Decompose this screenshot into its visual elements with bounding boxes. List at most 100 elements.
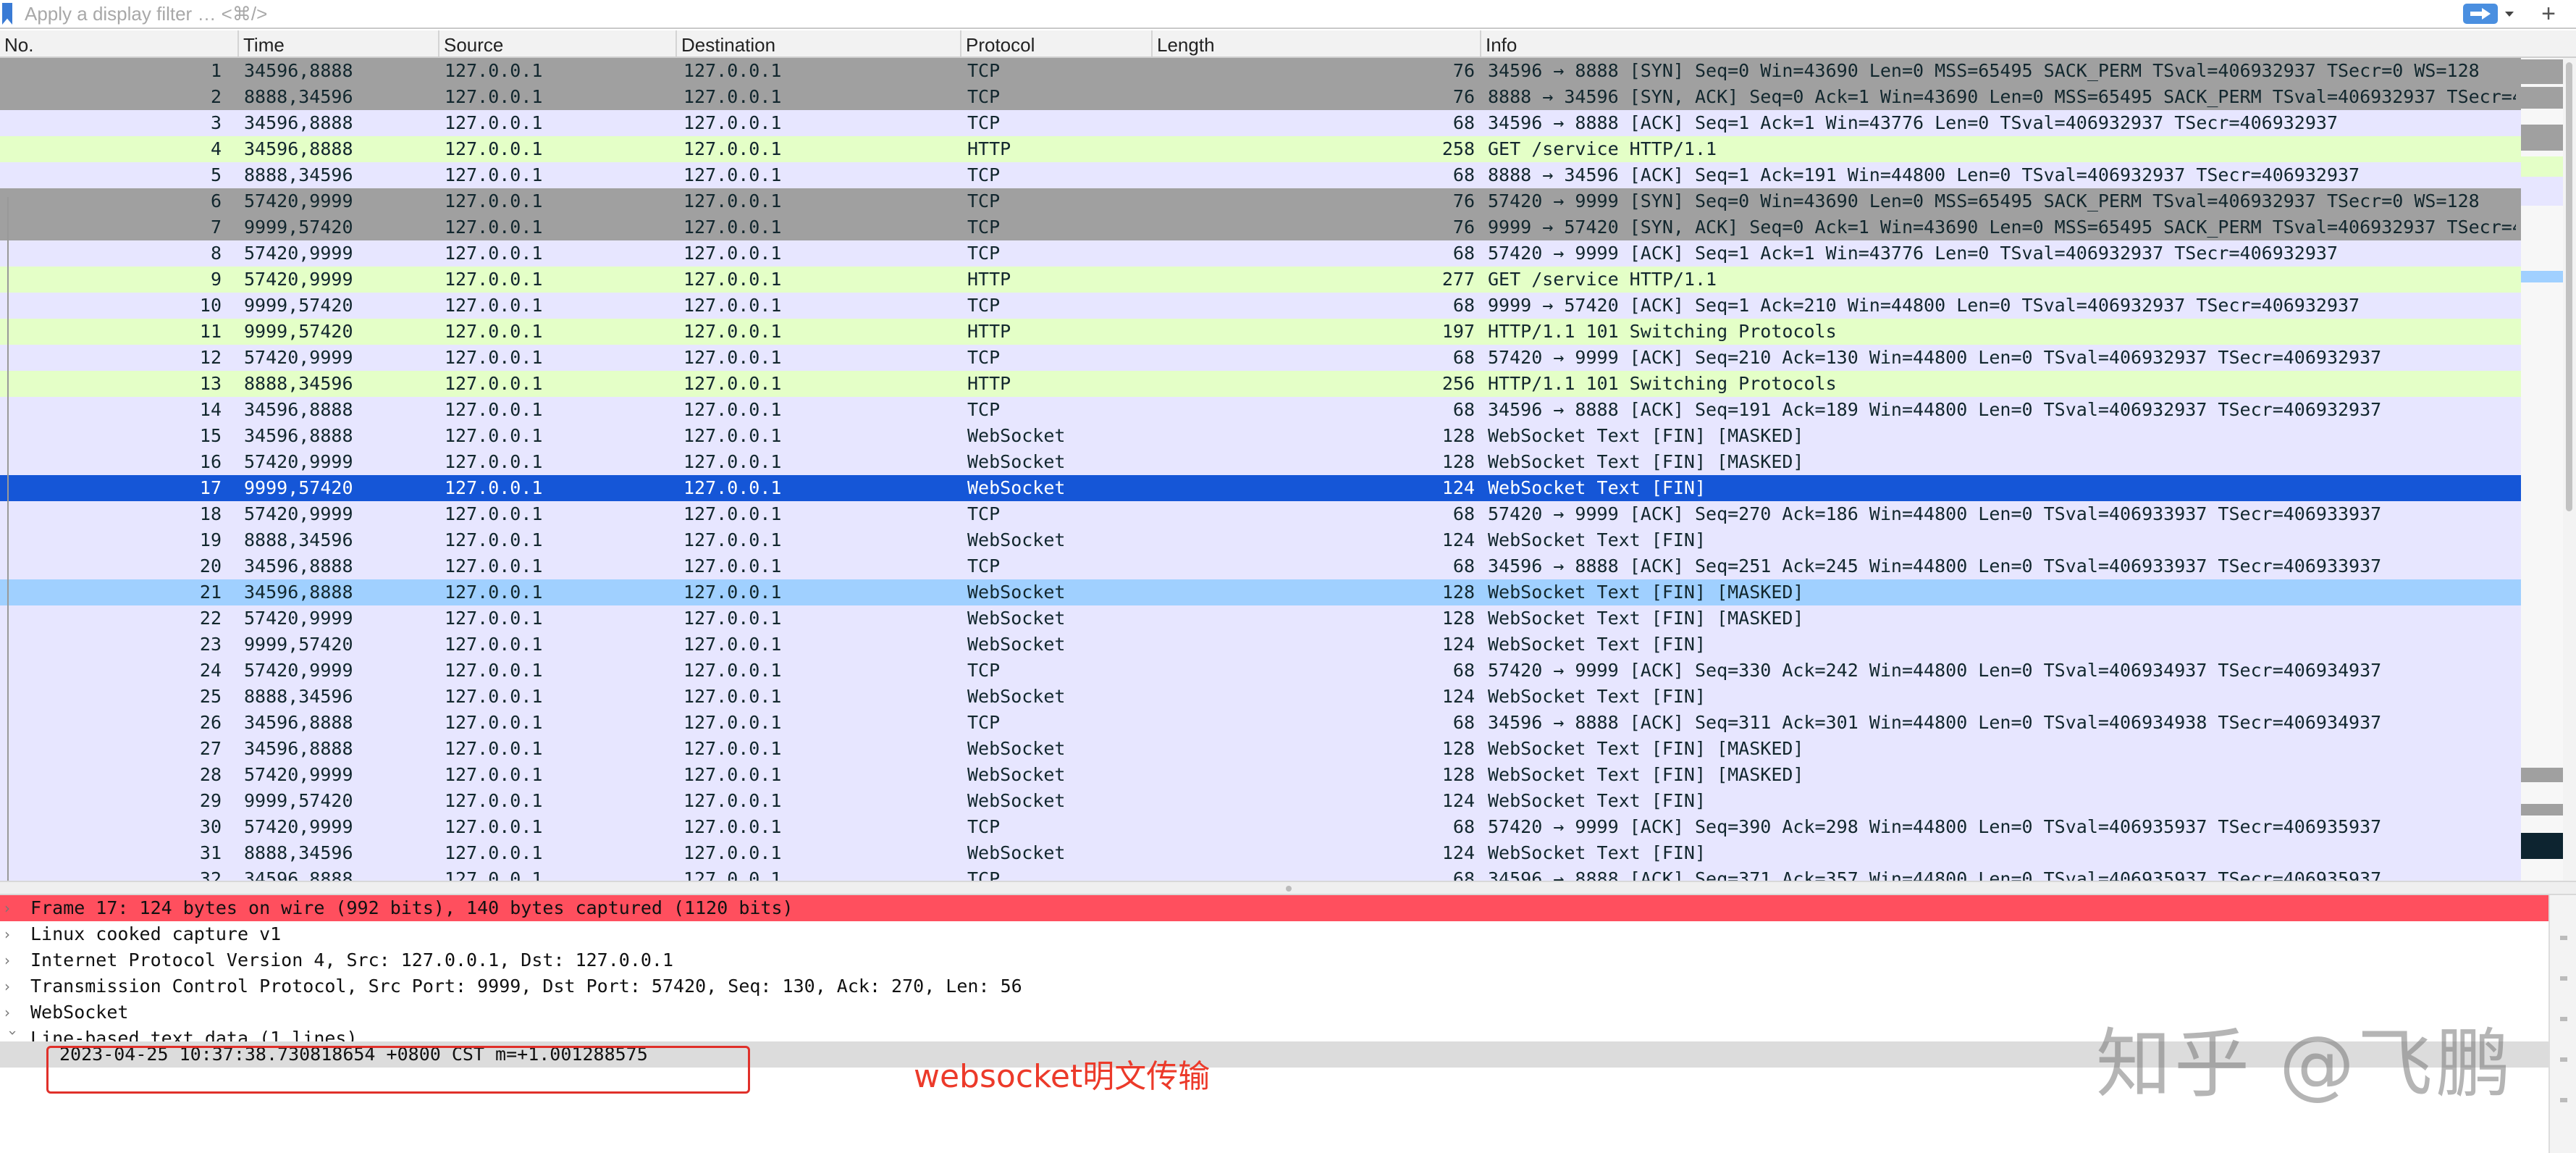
details-linux-text: Linux cooked capture v1 (30, 923, 282, 944)
splitter-grip-icon[interactable] (1286, 886, 1292, 892)
column-header-no[interactable]: No. (0, 30, 239, 56)
packet-len-cell: 124 (1441, 686, 1475, 707)
packet-row[interactable]: 31 8888,34596 127.0.0.1 127.0.0.1 WebSocket 1… (0, 840, 2521, 866)
packet-minimap[interactable] (2521, 58, 2563, 881)
packet-row[interactable]: 2 8888,34596 127.0.0.1 127.0.0.1 TCP 76 8888 →… (0, 84, 2521, 110)
packet-info-cell: 8888 → 34596 [ACK] Seq=1 Ack=191 Win=448… (1488, 164, 2360, 185)
packet-info-cell: WebSocket Text [FIN] [MASKED] (1488, 451, 1804, 472)
packet-list[interactable]: 1 34596,8888 127.0.0.1 127.0.0.1 TCP 76 34596 … (0, 58, 2521, 881)
packet-row[interactable]: 25 8888,34596 127.0.0.1 127.0.0.1 WebSocket 1… (0, 684, 2521, 710)
column-header-protocol[interactable]: Protocol (961, 30, 1153, 56)
packet-row[interactable]: 12 57420,9999 127.0.0.1 127.0.0.1 TCP 68 57420… (0, 345, 2521, 371)
packet-info-cell: WebSocket Text [FIN] (1488, 686, 1706, 707)
packet-row[interactable]: 11 9999,57420 127.0.0.1 127.0.0.1 HTTP 197 HTT… (0, 319, 2521, 345)
packet-row[interactable]: 3 34596,8888 127.0.0.1 127.0.0.1 TCP 68 34596 … (0, 110, 2521, 136)
details-linux-row[interactable]: › Linux cooked capture v1 (0, 921, 2548, 947)
chevron-down-icon[interactable] (2504, 7, 2515, 21)
packet-row[interactable]: 29 9999,57420 127.0.0.1 127.0.0.1 WebSocket 1… (0, 788, 2521, 814)
packet-len-cell: 76 (1452, 60, 1475, 81)
packet-len-cell: 68 (1452, 555, 1475, 576)
packet-info-cell: WebSocket Text [FIN] [MASKED] (1488, 425, 1804, 446)
details-textdata-text: Line-based text data (1 lines) (30, 1028, 358, 1041)
pane-splitter[interactable] (0, 881, 2576, 895)
packet-len-cell: 68 (1452, 503, 1475, 524)
packet-len-cell: 76 (1452, 190, 1475, 211)
packet-row[interactable]: 27 34596,8888 127.0.0.1 127.0.0.1 WebSocket 1… (0, 736, 2521, 762)
packet-info-cell: 57420 → 9999 [ACK] Seq=1 Ack=1 Win=43776… (1488, 243, 2338, 264)
apply-filter-button[interactable] (2463, 4, 2498, 24)
packet-row[interactable]: 1 34596,8888 127.0.0.1 127.0.0.1 TCP 76 34596 … (0, 58, 2521, 84)
packet-info-cell: WebSocket Text [FIN] (1488, 790, 1706, 811)
packet-row[interactable]: 32 34596,8888 127.0.0.1 127.0.0.1 TCP 68 34596… (0, 866, 2521, 881)
expand-arrow-icon[interactable]: › (4, 973, 22, 999)
packet-len-cell: 124 (1441, 842, 1475, 863)
add-filter-button[interactable]: + (2534, 0, 2563, 28)
expand-arrow-icon[interactable]: › (4, 947, 22, 973)
packet-len-cell: 128 (1441, 738, 1475, 759)
packet-info-cell: 57420 → 9999 [ACK] Seq=390 Ack=298 Win=4… (1488, 816, 2382, 837)
column-header-destination[interactable]: Destination (677, 30, 961, 56)
details-frame-row[interactable]: › Frame 17: 124 bytes on wire (992 bits)… (0, 895, 2548, 921)
packet-info-cell: 9999 → 57420 [SYN, ACK] Seq=0 Ack=1 Win=… (1488, 217, 2516, 238)
packet-row[interactable]: 26 34596,8888 127.0.0.1 127.0.0.1 TCP 68 34596… (0, 710, 2521, 736)
packet-row[interactable]: 28 57420,9999 127.0.0.1 127.0.0.1 WebSocket 1… (0, 762, 2521, 788)
packet-row[interactable]: 8 57420,9999 127.0.0.1 127.0.0.1 TCP 68 57420 … (0, 240, 2521, 267)
packet-row[interactable]: 20 34596,8888 127.0.0.1 127.0.0.1 TCP 68 34596… (0, 553, 2521, 579)
packet-row[interactable]: 17 9999,57420 127.0.0.1 127.0.0.1 WebSocket 1… (0, 475, 2521, 501)
packet-len-cell: 128 (1441, 608, 1475, 629)
column-header-time[interactable]: Time (239, 30, 439, 56)
packet-row[interactable]: 6 57420,9999 127.0.0.1 127.0.0.1 TCP 76 57420 … (0, 188, 2521, 214)
packet-len-cell: 68 (1452, 347, 1475, 368)
column-header-info[interactable]: Info (1481, 30, 2576, 56)
packet-row[interactable]: 10 9999,57420 127.0.0.1 127.0.0.1 TCP 68 9999 … (0, 293, 2521, 319)
packet-len-cell: 76 (1452, 86, 1475, 107)
packet-info-cell: WebSocket Text [FIN] (1488, 477, 1706, 498)
packet-row[interactable]: 30 57420,9999 127.0.0.1 127.0.0.1 TCP 68 57420… (0, 814, 2521, 840)
packet-row[interactable]: 7 9999,57420 127.0.0.1 127.0.0.1 TCP 76 9999 →… (0, 214, 2521, 240)
details-scrollbar[interactable] (2548, 895, 2576, 1153)
packet-len-cell: 68 (1452, 112, 1475, 133)
packet-info-cell: 57420 → 9999 [ACK] Seq=270 Ack=186 Win=4… (1488, 503, 2382, 524)
packet-row[interactable]: 4 34596,8888 127.0.0.1 127.0.0.1 HTTP 258 GET … (0, 136, 2521, 162)
packet-list-scrollbar[interactable] (2563, 58, 2576, 881)
packet-info-cell: 34596 → 8888 [SYN] Seq=0 Win=43690 Len=0… (1488, 60, 2480, 81)
expand-arrow-icon[interactable]: › (4, 895, 22, 921)
packet-row[interactable]: 21 34596,8888 127.0.0.1 127.0.0.1 WebSocket 1… (0, 579, 2521, 605)
packet-row[interactable]: 16 57420,9999 127.0.0.1 127.0.0.1 WebSocket 1… (0, 449, 2521, 475)
details-tcp-row[interactable]: › Transmission Control Protocol, Src Por… (0, 973, 2548, 999)
packet-list-header: No. Time Source Destination Protocol Len… (0, 30, 2576, 58)
packet-len-cell: 124 (1441, 477, 1475, 498)
packet-row[interactable]: 22 57420,9999 127.0.0.1 127.0.0.1 WebSocket 1… (0, 605, 2521, 632)
scroll-tick (2560, 976, 2567, 981)
packet-len-cell: 68 (1452, 660, 1475, 681)
column-header-source[interactable]: Source (439, 30, 677, 56)
packet-len-cell: 68 (1452, 868, 1475, 881)
bookmark-icon[interactable] (2, 3, 12, 25)
packet-row[interactable]: 19 8888,34596 127.0.0.1 127.0.0.1 WebSocket 1… (0, 527, 2521, 553)
expand-arrow-icon[interactable]: › (4, 999, 22, 1026)
packet-info-cell: 57420 → 9999 [SYN] Seq=0 Win=43690 Len=0… (1488, 190, 2480, 211)
details-tcp-text: Transmission Control Protocol, Src Port:… (30, 976, 1022, 997)
packet-row[interactable]: 18 57420,9999 127.0.0.1 127.0.0.1 TCP 68 57420… (0, 501, 2521, 527)
packet-row[interactable]: 23 9999,57420 127.0.0.1 127.0.0.1 WebSocket 1… (0, 632, 2521, 658)
packet-row[interactable]: 9 57420,9999 127.0.0.1 127.0.0.1 HTTP 277 GET … (0, 267, 2521, 293)
annotation-box (46, 1046, 750, 1094)
scroll-thumb[interactable] (2566, 62, 2572, 511)
details-ip-row[interactable]: › Internet Protocol Version 4, Src: 127.… (0, 947, 2548, 973)
packet-row[interactable]: 5 8888,34596 127.0.0.1 127.0.0.1 TCP 68 8888 →… (0, 162, 2521, 188)
packet-len-cell: 68 (1452, 399, 1475, 420)
packet-row[interactable]: 13 8888,34596 127.0.0.1 127.0.0.1 HTTP 256 HTT… (0, 371, 2521, 397)
collapse-arrow-icon[interactable]: › (0, 1030, 26, 1041)
display-filter-input[interactable] (19, 2, 2462, 25)
expand-arrow-icon[interactable]: › (4, 921, 22, 947)
packet-len-cell: 128 (1441, 582, 1475, 603)
column-header-length[interactable]: Length (1153, 30, 1481, 56)
packet-len-cell: 128 (1441, 764, 1475, 785)
packet-info-cell: WebSocket Text [FIN] (1488, 842, 1706, 863)
packet-info-cell: 57420 → 9999 [ACK] Seq=330 Ack=242 Win=4… (1488, 660, 2382, 681)
packet-row[interactable]: 15 34596,8888 127.0.0.1 127.0.0.1 WebSocket 1… (0, 423, 2521, 449)
packet-row[interactable]: 14 34596,8888 127.0.0.1 127.0.0.1 TCP 68 34596… (0, 397, 2521, 423)
packet-info-cell: 34596 → 8888 [ACK] Seq=251 Ack=245 Win=4… (1488, 555, 2382, 576)
packet-row[interactable]: 24 57420,9999 127.0.0.1 127.0.0.1 TCP 68 57420… (0, 658, 2521, 684)
details-websocket-text: WebSocket (30, 1002, 129, 1023)
